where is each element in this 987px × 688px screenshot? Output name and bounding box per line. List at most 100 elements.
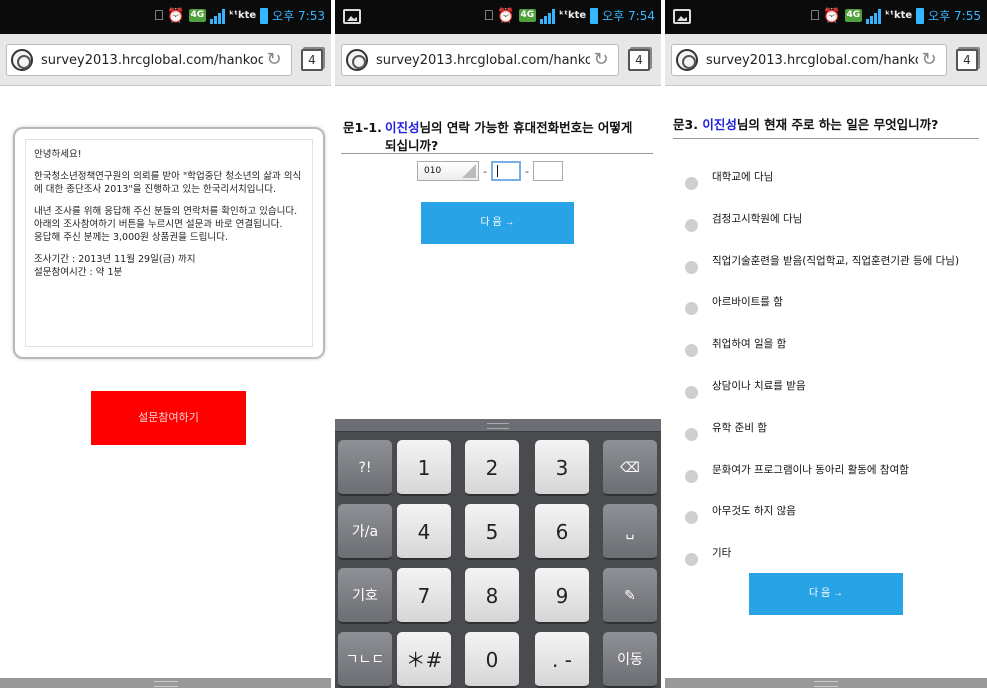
key-symbols[interactable]: ?! (338, 440, 392, 496)
url-text[interactable]: survey2013.hrcglobal.com/hankook_mobi (706, 53, 918, 68)
radio-button[interactable] (685, 553, 698, 567)
screenshot-icon: ⎕ (810, 7, 820, 24)
battery-icon (260, 7, 269, 24)
alarm-icon: ⏰ (823, 7, 841, 24)
url-text[interactable]: survey2013.hrcglobal.com/hankook_mobi (376, 53, 590, 68)
numeric-keyboard: ?! 1 2 3 ⌫ 가/a 4 5 6 ␣ 기호 7 8 9 ✎ ㄱㄴㄷ ＊#… (335, 419, 661, 688)
question-3: 문3. 이진성님의 현재 주로 하는 일은 무엇입니까? (673, 116, 979, 139)
key-7[interactable]: 7 (397, 568, 451, 624)
notice-content: 안녕하세요! 한국청소년정책연구원의 의뢰를 받아 "학업중단 청소년의 삶과 … (25, 139, 313, 347)
answer-options: 대학교에 다님 검정고시학원에 다님 직업기술훈련을 받음(직업학교, 직업훈련… (685, 171, 960, 590)
refresh-icon[interactable]: ↻ (918, 49, 940, 71)
option-label: 상담이나 치료를 받음 (712, 379, 806, 392)
kt-icon: ᵏᵗkte (885, 10, 913, 21)
key-lang-switch[interactable]: 가/a (338, 504, 392, 560)
next-button[interactable]: 다 음 → (749, 573, 903, 615)
handwriting-key[interactable]: ✎ (603, 568, 657, 624)
key-4[interactable]: 4 (397, 504, 451, 560)
site-info-icon[interactable] (11, 49, 33, 71)
key-giho[interactable]: 기호 (338, 568, 392, 624)
status-time: 오후 7:53 (272, 9, 325, 23)
phone-dash: - (483, 164, 487, 178)
key-2[interactable]: 2 (465, 440, 519, 496)
url-text[interactable]: survey2013.hrcglobal.com/hankook_mobi (41, 53, 263, 68)
kt-icon: ᵏᵗkte (559, 10, 587, 21)
notice-paragraph-2b: 아래의 조사참여하기 버튼을 누르시면 설문과 바로 연결됩니다. (34, 219, 283, 230)
move-key[interactable]: 이동 (603, 632, 657, 688)
address-bar[interactable]: survey2013.hrcglobal.com/hankook_mobi ↻ (341, 44, 619, 76)
phone-middle-input[interactable] (490, 161, 521, 181)
radio-button[interactable] (685, 385, 698, 399)
screenshot-icon: ⎕ (154, 7, 164, 24)
radio-button[interactable] (685, 260, 698, 274)
tabs-button[interactable]: 4 (301, 49, 323, 71)
option-label: 직업기술훈련을 받음(직업학교, 직업훈련기관 등에 다님) (712, 254, 960, 267)
option-label: 유학 준비 함 (712, 421, 767, 434)
option-label: 문화여가 프로그램이나 동아리 활동에 참여함 (712, 463, 909, 476)
signal-icon (210, 8, 226, 24)
kt-icon: ᵏᵗkte (229, 10, 257, 21)
key-6[interactable]: 6 (535, 504, 589, 560)
radio-button[interactable] (685, 469, 698, 483)
radio-button[interactable] (685, 177, 698, 190)
screen-1: ⎕ ⏰ 4G ᵏᵗkte 오후 7:53 survey2013.hrcgloba… (0, 0, 331, 688)
notice-box: 안녕하세요! 한국청소년정책연구원의 의뢰를 받아 "학업중단 청소년의 삶과 … (13, 127, 325, 359)
notice-paragraph-1: 한국청소년정책연구원의 의뢰를 받아 "학업중단 청소년의 삶과 의식에 대한 … (34, 171, 302, 195)
option-label: 기타 (712, 547, 732, 560)
notice-paragraph-2c: 응답해 주신 분께는 3,000원 상품권을 드립니다. (34, 232, 228, 243)
key-9[interactable]: 9 (535, 568, 589, 624)
question-divider (341, 153, 653, 154)
key-star-hash[interactable]: ＊# (397, 632, 451, 688)
participate-button[interactable]: 설문참여하기 (91, 391, 246, 445)
site-info-icon[interactable] (676, 49, 698, 71)
key-5[interactable]: 5 (465, 504, 519, 560)
address-bar[interactable]: survey2013.hrcglobal.com/hankook_mobi ↻ (6, 44, 292, 76)
site-info-icon[interactable] (346, 49, 368, 71)
key-3[interactable]: 3 (535, 440, 589, 496)
question-text: 님의 연락 가능한 휴대전화번호는 어떻게 (419, 120, 633, 135)
status-time: 오후 7:54 (602, 9, 655, 23)
key-dot-dash[interactable]: . - (535, 632, 589, 688)
browser-toolbar: survey2013.hrcglobal.com/hankook_mobi ↻ … (665, 34, 987, 86)
radio-button[interactable] (685, 511, 698, 525)
space-key[interactable]: ␣ (603, 504, 657, 560)
tabs-button[interactable]: 4 (956, 49, 978, 71)
backspace-key[interactable]: ⌫ (603, 440, 657, 496)
radio-button[interactable] (685, 302, 698, 316)
bottom-handle (0, 678, 331, 688)
screen-2: ⎕ ⏰ 4G ᵏᵗkte 오후 7:54 survey2013.hrcgloba… (335, 0, 661, 688)
key-8[interactable]: 8 (465, 568, 519, 624)
screenshot-icon: ⎕ (484, 7, 494, 24)
option-label: 취업하여 일을 함 (712, 338, 787, 351)
key-hangul[interactable]: ㄱㄴㄷ (338, 632, 392, 688)
browser-toolbar: survey2013.hrcglobal.com/hankook_mobi ↻ … (335, 34, 661, 86)
4g-icon: 4G (844, 9, 863, 22)
bottom-handle (665, 678, 987, 688)
tabs-button[interactable]: 4 (628, 49, 650, 71)
option-label: 아르바이트를 함 (712, 296, 783, 309)
option-label: 검정고시학원에 다님 (712, 212, 803, 225)
key-1[interactable]: 1 (397, 440, 451, 496)
refresh-icon[interactable]: ↻ (590, 49, 612, 71)
radio-button[interactable] (685, 218, 698, 232)
option-label: 아무것도 하지 않음 (712, 505, 796, 518)
radio-button[interactable] (685, 427, 698, 441)
4g-icon: 4G (518, 9, 537, 22)
status-bar: ⎕ ⏰ 4G ᵏᵗkte 오후 7:54 (335, 0, 661, 34)
question-number: 문3. (673, 117, 698, 132)
phone-prefix-select[interactable]: 010 (417, 161, 479, 181)
alarm-icon: ⏰ (497, 7, 515, 24)
status-bar: ⎕ ⏰ 4G ᵏᵗkte 오후 7:55 (665, 0, 987, 34)
refresh-icon[interactable]: ↻ (263, 49, 285, 71)
keyboard-handle[interactable] (335, 419, 661, 432)
radio-button[interactable] (685, 344, 698, 358)
phone-last-input[interactable] (532, 161, 563, 181)
next-button[interactable]: 다 음 → (421, 202, 574, 244)
notice-paragraph-2a: 내년 조사를 위해 응답해 주신 분들의 연락처를 확인하고 있습니다. (34, 206, 298, 217)
4g-icon: 4G (188, 9, 207, 22)
question-1-1: 문1-1. 이진성님의 연락 가능한 휴대전화번호는 어떻게 되십니까? (343, 119, 651, 155)
phone-input-row: 010 - - (417, 161, 563, 181)
triple-screenshot: ⎕ ⏰ 4G ᵏᵗkte 오후 7:53 survey2013.hrcgloba… (0, 0, 987, 688)
key-0[interactable]: 0 (465, 632, 519, 688)
address-bar[interactable]: survey2013.hrcglobal.com/hankook_mobi ↻ (671, 44, 947, 76)
